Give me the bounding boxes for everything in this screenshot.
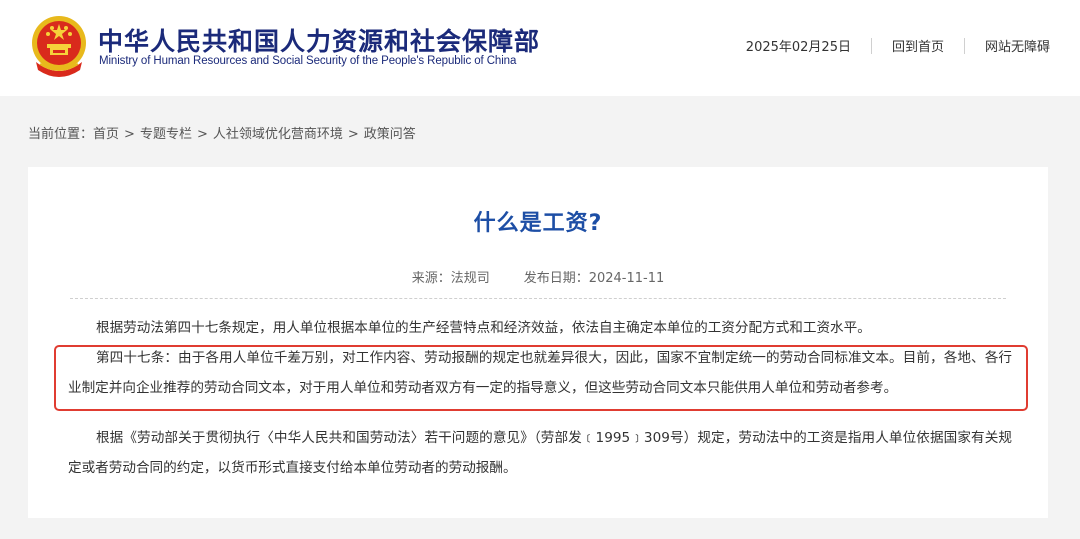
breadcrumb-separator: > [196,127,208,142]
site-title-cn[interactable]: 中华人民共和国人力资源和社会保障部 [98,22,540,58]
article-paragraph-highlighted: 第四十七条：由于各用人单位千差万别，对工作内容、劳动报酬的规定也就差异很大，因此… [68,350,1012,396]
site-header: 中华人民共和国人力资源和社会保障部 Ministry of Human Reso… [0,0,1080,96]
article-publish-date: 发布日期：2024-11-11 [523,271,665,286]
article-title: 什么是工资? [473,211,603,236]
breadcrumb-separator: > [347,127,359,142]
breadcrumb-separator: > [124,127,135,142]
header-links: 2025年02月25日 回到首页 网站无障碍 [746,36,1050,55]
current-date: 2025年02月25日 [745,40,851,55]
article-paragraph: 根据劳动法第四十七条规定，用人单位根据本单位的生产经营特点和经济效益，依法自主确… [96,320,871,336]
accessibility-link[interactable]: 网站无障碍 [985,36,1050,55]
breadcrumb-business-environment[interactable]: 人社领域优化营商环境 [213,127,343,142]
article-card: 什么是工资? 来源：法规司 发布日期：2024-11-11 根据劳动法第四十七条规… [28,167,1048,518]
breadcrumb-home[interactable]: 首页 [93,127,119,142]
site-title-en[interactable]: Ministry of Human Resources and Social S… [99,55,516,67]
breadcrumb: 当前位置：首页 > 专题专栏 > 人社领域优化营商环境 > 政策问答 [28,123,416,142]
article-meta: 来源：法规司 发布日期：2024-11-11 [28,267,1048,286]
breadcrumb-policy-qa[interactable]: 政策问答 [364,127,416,142]
article-source: 来源：法规司 [411,271,490,286]
article-paragraph: 根据《劳动部关于贯彻执行〈中华人民共和国劳动法〉若干问题的意见》（劳部发﹝199… [68,430,1012,476]
breadcrumb-special-topics[interactable]: 专题专栏 [140,127,192,142]
national-emblem-icon[interactable] [30,14,88,78]
divider [963,37,965,54]
breadcrumb-prefix: 当前位置： [28,127,94,142]
meta-divider [70,298,1006,299]
divider [870,37,872,54]
home-link[interactable]: 回到首页 [892,36,944,55]
